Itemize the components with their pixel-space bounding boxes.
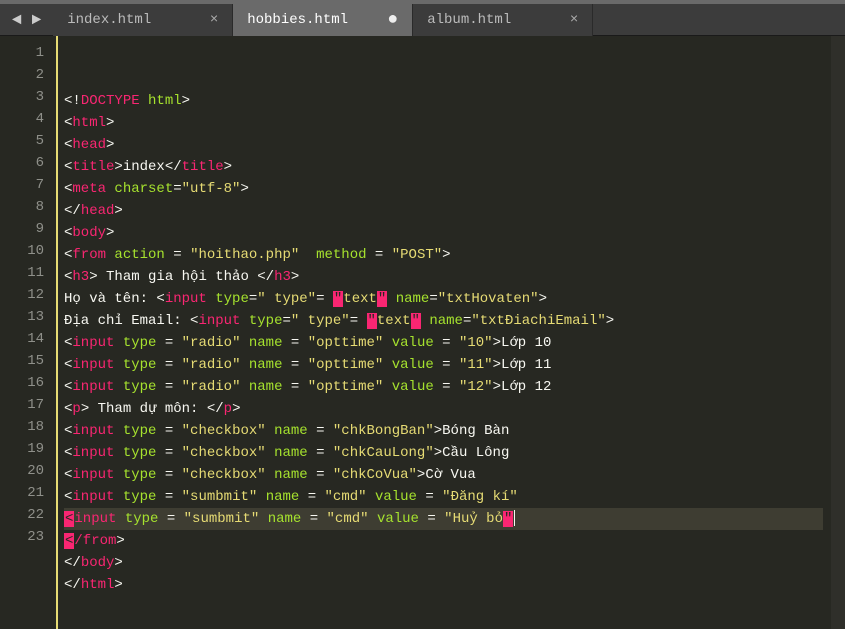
code-line[interactable]: <input type = "checkbox" name = "chkCoVu… (64, 464, 823, 486)
line-number: 8 (6, 196, 44, 218)
line-number: 17 (6, 394, 44, 416)
line-number: 2 (6, 64, 44, 86)
line-number: 4 (6, 108, 44, 130)
code-line[interactable]: </head> (64, 200, 823, 222)
line-number: 23 (6, 526, 44, 548)
code-line[interactable]: <input type = "sumbmit" name = "cmd" val… (64, 486, 823, 508)
code-line[interactable]: <input type = "sumbmit" name = "cmd" val… (64, 508, 823, 530)
line-number: 6 (6, 152, 44, 174)
line-number: 13 (6, 306, 44, 328)
code-line[interactable]: </html> (64, 574, 823, 596)
tab-album-html[interactable]: album.html × (413, 4, 593, 36)
code-line[interactable]: </from> (64, 530, 823, 552)
line-number: 9 (6, 218, 44, 240)
code-line[interactable]: <h3> Tham gia hội thảo </h3> (64, 266, 823, 288)
line-number: 3 (6, 86, 44, 108)
tab-index-html[interactable]: index.html × (53, 4, 233, 36)
line-number: 10 (6, 240, 44, 262)
code-line[interactable]: <html> (64, 112, 823, 134)
line-number: 11 (6, 262, 44, 284)
line-number: 16 (6, 372, 44, 394)
nav-forward-icon[interactable]: ► (32, 11, 42, 29)
line-number: 1 (6, 42, 44, 64)
code-line[interactable]: <from action = "hoithao.php" method = "P… (64, 244, 823, 266)
line-number: 12 (6, 284, 44, 306)
code-line[interactable]: <title>index</title> (64, 156, 823, 178)
tab-label: index.html (67, 12, 151, 28)
line-number: 14 (6, 328, 44, 350)
tab-bar: ◄ ► index.html × hobbies.html ● album.ht… (0, 4, 845, 36)
line-number: 22 (6, 504, 44, 526)
code-line[interactable]: Địa chỉ Email: <input type=" type"= "tex… (64, 310, 823, 332)
line-number: 19 (6, 438, 44, 460)
code-line[interactable]: <meta charset="utf-8"> (64, 178, 823, 200)
vertical-scrollbar[interactable] (831, 36, 845, 629)
line-number: 7 (6, 174, 44, 196)
tab-nav-arrows: ◄ ► (0, 11, 53, 29)
line-number: 15 (6, 350, 44, 372)
code-line[interactable]: <head> (64, 134, 823, 156)
code-line[interactable]: <body> (64, 222, 823, 244)
code-line[interactable]: <input type = "radio" name = "opttime" v… (64, 354, 823, 376)
tab-label: hobbies.html (247, 12, 348, 28)
code-line[interactable]: <p> Tham dự môn: </p> (64, 398, 823, 420)
code-line[interactable]: <input type = "radio" name = "opttime" v… (64, 332, 823, 354)
fold-ruler (56, 36, 58, 629)
line-number-gutter: 1234567891011121314151617181920212223 (0, 36, 56, 629)
code-line[interactable]: <input type = "checkbox" name = "chkCauL… (64, 442, 823, 464)
close-icon[interactable]: × (570, 12, 578, 28)
close-icon[interactable]: × (210, 12, 218, 28)
nav-back-icon[interactable]: ◄ (12, 11, 22, 29)
tab-label: album.html (427, 12, 511, 28)
code-line[interactable]: <!DOCTYPE html> (64, 90, 823, 112)
code-line[interactable]: Họ và tên: <input type=" type"= "text" n… (64, 288, 823, 310)
line-number: 18 (6, 416, 44, 438)
code-line[interactable]: </body> (64, 552, 823, 574)
editor-area: 1234567891011121314151617181920212223 <!… (0, 36, 845, 629)
code-line[interactable]: <input type = "radio" name = "opttime" v… (64, 376, 823, 398)
dirty-indicator-icon: ● (387, 10, 398, 30)
line-number: 5 (6, 130, 44, 152)
code-content[interactable]: <!DOCTYPE html><html><head><title>index<… (56, 36, 831, 629)
line-number: 21 (6, 482, 44, 504)
line-number: 20 (6, 460, 44, 482)
tab-hobbies-html[interactable]: hobbies.html ● (233, 4, 413, 36)
code-line[interactable]: <input type = "checkbox" name = "chkBong… (64, 420, 823, 442)
